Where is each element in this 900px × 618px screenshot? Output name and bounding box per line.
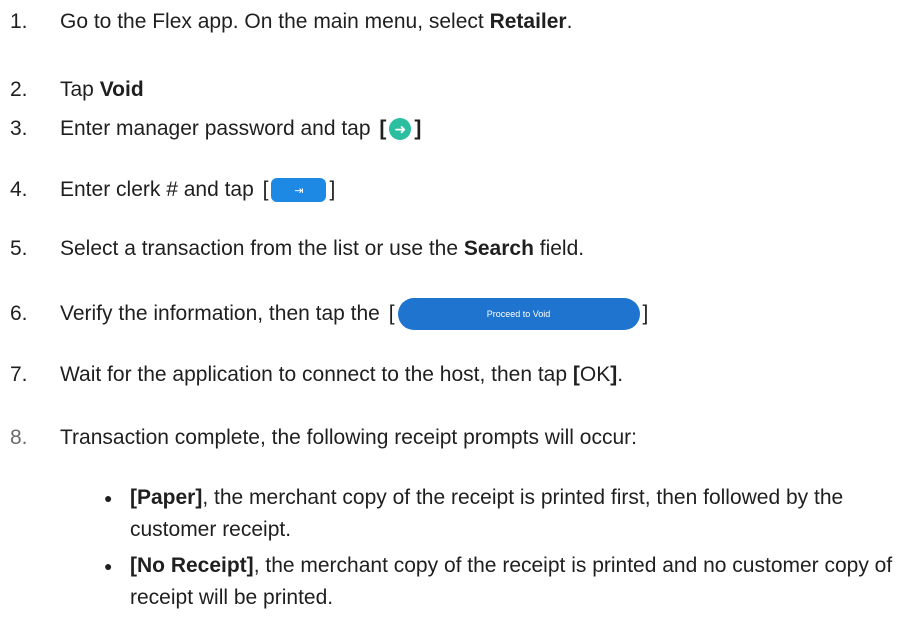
step-number: 4. [10,178,28,201]
step-text-end: . [566,10,573,33]
bullet-text: [No Receipt], the merchant copy of the r… [130,550,894,614]
step-number: 6. [10,302,28,325]
step-text: Select a transaction from the list or us… [60,237,464,260]
proceed-to-void-button: Proceed to Void [397,298,640,330]
step-text: Verify the information, then tap the [60,302,386,325]
list-item: ● [No Receipt], the merchant copy of the… [104,550,894,614]
bracket-close: ] [329,178,336,201]
step-1: 1. Go to the Flex app. On the main menu,… [10,7,572,37]
bullet-dot: ● [104,558,113,574]
step-number: 8. [10,426,28,449]
bracket-close: ] [610,363,618,386]
step-number: 1. [10,10,28,33]
step-text: Wait for the application to connect to t… [60,363,573,386]
step-number: 3. [10,117,28,140]
bullet-text: [Paper], the merchant copy of the receip… [130,482,894,546]
step-8: 8. Transaction complete, the following r… [10,423,637,453]
step-number: 2. [10,78,28,101]
step-keyword: Search [463,237,534,260]
bullet-keyword: [Paper] [130,486,203,509]
bullet-description: , the merchant copy of the receipt is pr… [130,486,844,541]
step-2: 2. Tap Void [10,75,144,105]
bracket-open: [ [379,117,387,140]
step-text-end: . [617,363,624,386]
step-text: Go to the Flex app. On the main menu, se… [60,10,490,33]
step-text: Transaction complete, the following rece… [60,426,637,449]
bracket-open: [ [262,178,269,201]
enter-arrow-icon: ⇥ [271,178,327,202]
list-item: ● [Paper], the merchant copy of the rece… [104,482,894,546]
bracket-open: [ [572,363,580,386]
bracket-close: ] [642,302,649,325]
bracket-open: [ [388,302,395,325]
arrow-right-circle-icon: ➜ [389,118,412,140]
step-text: Enter clerk # and tap [60,178,260,201]
step-keyword: Retailer [489,10,567,33]
step-text: Enter manager password and tap [60,117,377,140]
step-5: 5. Select a transaction from the list or… [10,234,584,264]
step-text: Tap [60,78,100,101]
step-6: 6. Verify the information, then tap the … [10,298,651,330]
step-4: 4. Enter clerk # and tap [ ⇥ ] [10,175,338,205]
bullet-keyword: [No Receipt] [130,554,254,577]
step-text-end: field. [533,237,585,260]
step-7: 7. Wait for the application to connect t… [10,360,623,390]
step-keyword: OK [579,363,611,386]
step-number: 7. [10,363,28,386]
step-keyword: Void [99,78,144,101]
bullet-dot: ● [104,490,113,506]
bracket-close: ] [414,117,422,140]
step-3: 3. Enter manager password and tap [ ➜ ] [10,114,424,144]
step-number: 5. [10,237,28,260]
